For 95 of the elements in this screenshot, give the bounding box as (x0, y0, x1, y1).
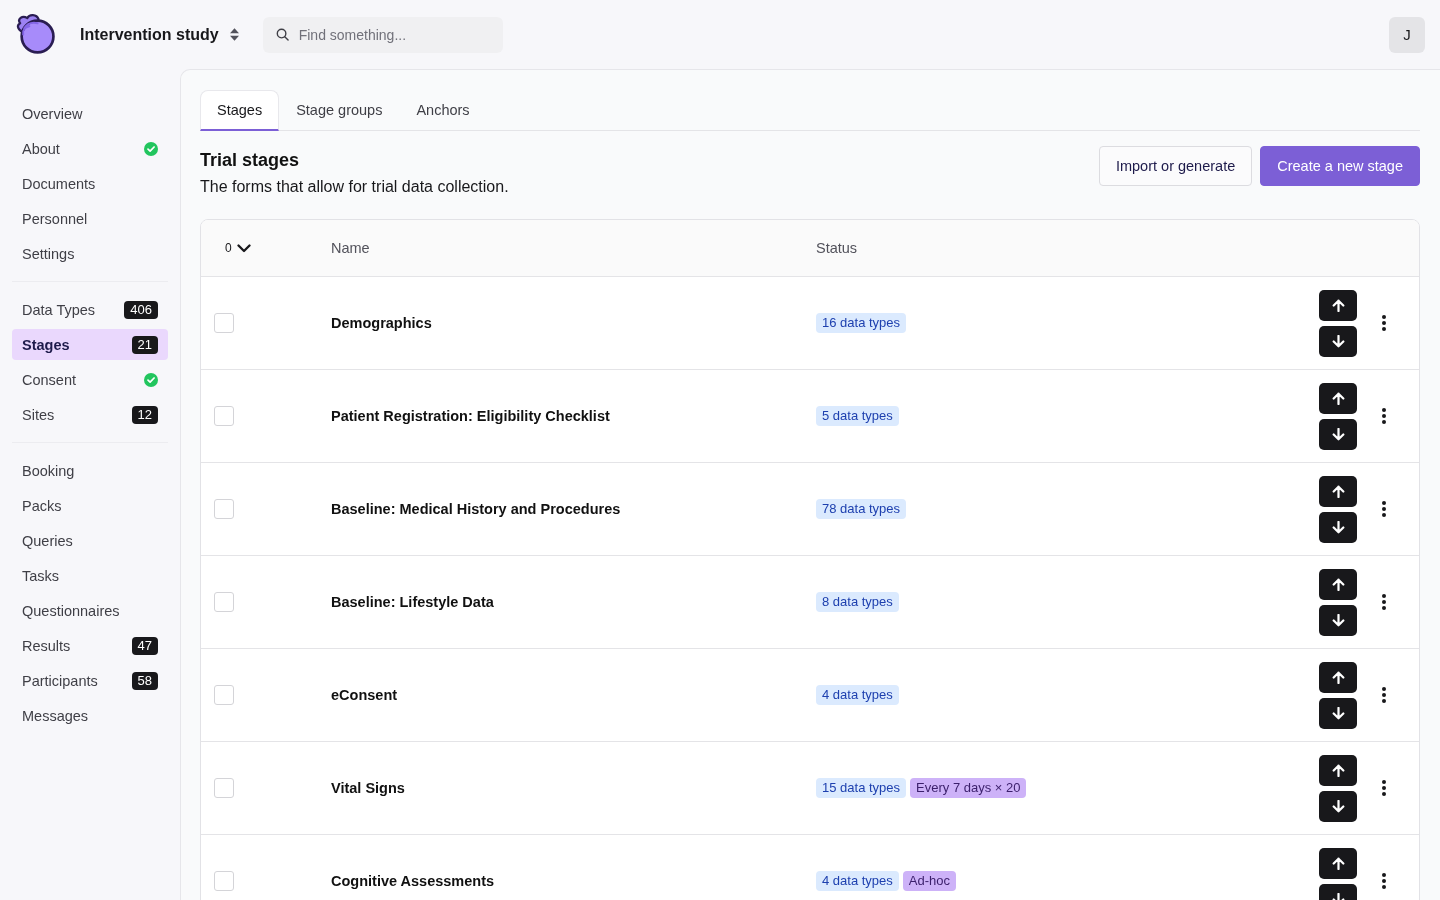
row-checkbox[interactable] (214, 313, 234, 333)
sidebar-item[interactable]: Personnel (12, 203, 168, 234)
move-down-button[interactable] (1319, 604, 1357, 636)
move-down-button[interactable] (1319, 697, 1357, 729)
move-up-button[interactable] (1319, 382, 1357, 414)
create-stage-button[interactable]: Create a new stage (1260, 146, 1420, 186)
up-down-caret-icon (229, 28, 239, 41)
data-types-tag: 4 data types (816, 685, 899, 705)
count-badge: 406 (124, 300, 158, 319)
arrow-up-icon (1331, 577, 1345, 591)
move-up-button[interactable] (1319, 661, 1357, 693)
arrow-up-icon (1331, 391, 1345, 405)
sidebar-item[interactable]: Documents (12, 168, 168, 199)
tab[interactable]: Anchors (399, 90, 487, 131)
study-selector[interactable]: Intervention study (80, 25, 239, 44)
move-up-button[interactable] (1319, 475, 1357, 507)
stage-name: Vital Signs (331, 780, 405, 796)
row-checkbox[interactable] (214, 871, 234, 891)
move-up-button[interactable] (1319, 289, 1357, 321)
arrow-up-icon (1331, 298, 1345, 312)
row-checkbox[interactable] (214, 592, 234, 612)
data-types-tag: 4 data types (816, 871, 899, 891)
logo-icon (15, 14, 56, 55)
data-types-tag: 15 data types (816, 778, 907, 798)
arrow-up-icon (1331, 484, 1345, 498)
vertical-dots-icon (1382, 594, 1386, 610)
move-down-button[interactable] (1319, 511, 1357, 543)
vertical-dots-icon (1382, 873, 1386, 889)
arrow-down-icon (1331, 613, 1345, 627)
count-badge: 21 (131, 335, 158, 354)
vertical-dots-icon (1382, 780, 1386, 796)
count-badge: 47 (131, 636, 158, 655)
arrow-down-icon (1331, 520, 1345, 534)
sidebar-item[interactable]: Settings (12, 238, 168, 269)
row-checkbox[interactable] (214, 499, 234, 519)
stage-name: Cognitive Assessments (331, 873, 495, 889)
page-subtitle: The forms that allow for trial data collection. (200, 177, 509, 197)
chevron-down-icon (236, 243, 251, 253)
sidebar-item[interactable]: Stages 21 (12, 329, 168, 360)
arrow-down-icon (1331, 334, 1345, 348)
vertical-dots-icon (1382, 315, 1386, 331)
sidebar-item[interactable]: Data Types 406 (12, 294, 168, 325)
move-up-button[interactable] (1319, 754, 1357, 786)
move-down-button[interactable] (1319, 325, 1357, 357)
stage-name: Demographics (331, 315, 432, 331)
move-down-button[interactable] (1319, 790, 1357, 822)
search-field[interactable]: Find something... (262, 16, 503, 53)
data-types-tag: 16 data types (816, 313, 907, 333)
arrow-up-icon (1331, 670, 1345, 684)
sidebar-item[interactable]: Messages (12, 700, 168, 731)
arrow-down-icon (1331, 427, 1345, 441)
data-types-tag: 78 data types (816, 499, 907, 519)
schedule-tag: Ad-hoc (902, 871, 957, 891)
sidebar-item[interactable]: Participants 58 (12, 665, 168, 696)
stage-name: Patient Registration: Eligibility Checklist (331, 408, 610, 424)
column-header: Status (816, 240, 858, 256)
move-up-button[interactable] (1319, 568, 1357, 600)
move-up-button[interactable] (1319, 847, 1357, 879)
selection-dropdown[interactable]: 0 (225, 241, 251, 255)
arrow-up-icon (1331, 763, 1345, 777)
stage-name: eConsent (331, 687, 398, 703)
stage-name: Baseline: Lifestyle Data (331, 594, 494, 610)
move-down-button[interactable] (1319, 418, 1357, 450)
sidebar-item[interactable]: About (12, 133, 168, 164)
arrow-down-icon (1331, 706, 1345, 720)
row-checkbox[interactable] (214, 685, 234, 705)
tab[interactable]: Stages (200, 90, 280, 131)
sidebar-item[interactable]: Sites 12 (12, 399, 168, 430)
vertical-dots-icon (1382, 687, 1386, 703)
data-types-tag: 8 data types (816, 592, 899, 612)
row-checkbox[interactable] (214, 406, 234, 426)
search-icon (275, 28, 289, 41)
sidebar-item[interactable]: Questionnaires (12, 595, 168, 626)
vertical-dots-icon (1382, 501, 1386, 517)
row-checkbox[interactable] (214, 778, 234, 798)
arrow-down-icon (1331, 799, 1345, 813)
sidebar-item[interactable]: Results 47 (12, 630, 168, 661)
sidebar-item[interactable]: Overview (12, 98, 168, 129)
import-button[interactable]: Import or generate (1098, 146, 1253, 186)
column-header: Name (331, 240, 370, 256)
arrow-up-icon (1331, 856, 1345, 870)
count-badge: 58 (131, 671, 158, 690)
page-title: Trial stages (200, 149, 301, 172)
avatar-button[interactable]: J (1389, 16, 1425, 53)
sidebar-item[interactable]: Packs (12, 490, 168, 521)
schedule-tag: Every 7 days × 20 (910, 778, 1027, 798)
sidebar-item[interactable]: Booking (12, 455, 168, 486)
vertical-dots-icon (1382, 408, 1386, 424)
tab[interactable]: Stage groups (279, 90, 400, 131)
data-types-tag: 5 data types (816, 406, 899, 426)
sidebar-item[interactable]: Tasks (12, 560, 168, 591)
sidebar-item[interactable]: Queries (12, 525, 168, 556)
count-badge: 12 (131, 405, 158, 424)
sidebar-item[interactable]: Consent (12, 364, 168, 395)
stage-name: Baseline: Medical History and Procedures (331, 501, 621, 517)
